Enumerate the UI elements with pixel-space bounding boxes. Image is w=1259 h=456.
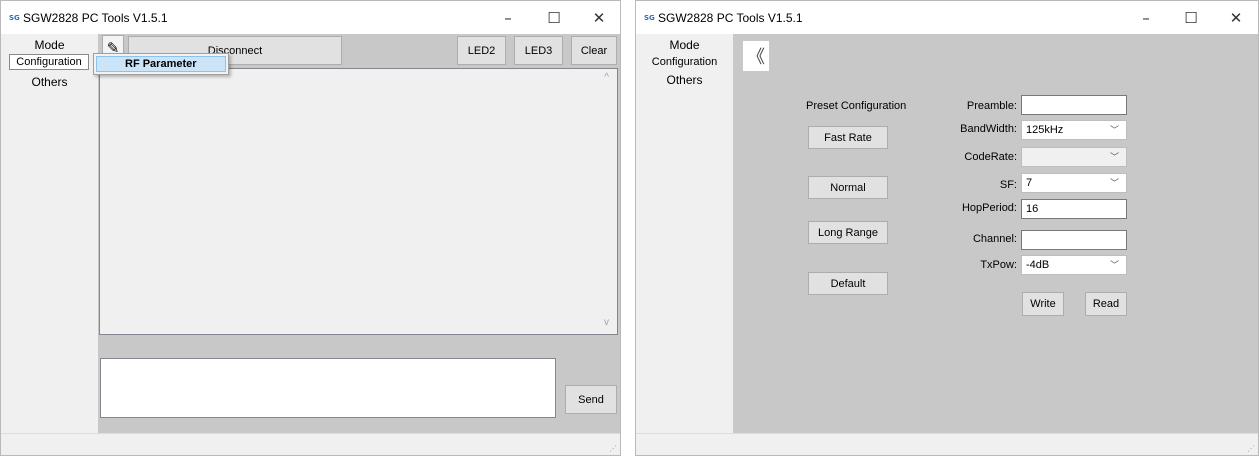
txpow-select[interactable]: -4dB ﹀ (1021, 255, 1127, 275)
chevron-left-icon: 《 (747, 47, 765, 67)
mode-item-others[interactable]: Others (1, 75, 98, 89)
send-button[interactable]: Send (565, 385, 617, 414)
back-button[interactable]: 《 (743, 41, 769, 71)
preamble-label: Preamble: (966, 100, 1017, 112)
close-icon[interactable]: ✕ (1213, 1, 1258, 34)
write-button[interactable]: Write (1022, 292, 1064, 316)
hopperiod-input[interactable]: 16 (1021, 199, 1127, 219)
minimize-icon[interactable]: – (1123, 1, 1169, 34)
mode-header: Mode (34, 38, 65, 52)
client-area: Mode Configuration Others ✎ Disconnect L… (1, 34, 620, 455)
bandwidth-label: BandWidth: (960, 123, 1017, 135)
app-icon: SG (644, 14, 655, 22)
send-input[interactable] (100, 358, 556, 418)
maximize-icon[interactable]: ☐ (531, 1, 577, 34)
mode-panel: Mode Configuration Others (636, 34, 733, 455)
txpow-label: TxPow: (980, 259, 1017, 271)
sf-select[interactable]: 7 ﹀ (1021, 173, 1127, 193)
status-bar: ⋰ (1, 433, 620, 455)
fast-rate-button[interactable]: Fast Rate (808, 126, 888, 149)
scroll-down-icon[interactable]: v (604, 317, 609, 328)
resize-grip-icon[interactable]: ⋰ (1247, 444, 1255, 453)
preset-title: Preset Configuration (806, 100, 907, 112)
context-menu: RF Parameter (93, 53, 229, 75)
preamble-input[interactable] (1021, 95, 1127, 115)
sf-label: SF: (999, 179, 1017, 191)
channel-label: Channel: (972, 233, 1017, 245)
minimize-icon[interactable]: – (485, 1, 531, 34)
long-range-button[interactable]: Long Range (808, 221, 888, 244)
main-window: SG SGW2828 PC Tools V1.5.1 – ☐ ✕ Mode Co… (0, 0, 621, 456)
chevron-down-icon: ﹀ (1109, 125, 1119, 135)
mode-item-configuration[interactable]: Configuration (636, 55, 733, 69)
rf-parameter-window: SG SGW2828 PC Tools V1.5.1 – ☐ ✕ Mode Co… (635, 0, 1259, 456)
scroll-up-icon[interactable]: ^ (604, 72, 609, 83)
status-bar: ⋰ (636, 433, 1258, 455)
coderate-label: CodeRate: (964, 151, 1017, 163)
close-icon[interactable]: ✕ (576, 1, 620, 34)
resize-grip-icon[interactable]: ⋰ (609, 444, 617, 453)
clear-button[interactable]: Clear (571, 36, 617, 65)
mode-item-others[interactable]: Others (636, 73, 733, 87)
bandwidth-select[interactable]: 125kHz ﹀ (1021, 120, 1127, 140)
hopperiod-label: HopPeriod: (961, 202, 1017, 214)
coderate-select[interactable]: ﹀ (1021, 147, 1127, 167)
menu-item-rf-parameter[interactable]: RF Parameter (96, 56, 226, 72)
txpow-value: -4dB (1026, 259, 1050, 271)
channel-input[interactable] (1021, 230, 1127, 250)
title-bar[interactable]: SG SGW2828 PC Tools V1.5.1 – ☐ ✕ (636, 1, 1258, 34)
sf-value: 7 (1026, 177, 1033, 189)
chevron-down-icon: ﹀ (1109, 152, 1119, 162)
mode-panel: Mode Configuration Others (1, 34, 98, 455)
chevron-down-icon: ﹀ (1109, 260, 1119, 270)
read-button[interactable]: Read (1085, 292, 1127, 316)
bandwidth-value: 125kHz (1026, 124, 1064, 136)
window-title: SGW2828 PC Tools V1.5.1 (658, 11, 803, 25)
default-button[interactable]: Default (808, 272, 888, 295)
client-area: Mode Configuration Others 《 Preset Confi… (636, 34, 1258, 455)
log-output[interactable]: ^ v (99, 68, 618, 335)
chevron-down-icon: ﹀ (1109, 178, 1119, 188)
mode-header: Mode (669, 38, 700, 52)
led3-button[interactable]: LED3 (514, 36, 563, 65)
maximize-icon[interactable]: ☐ (1168, 1, 1214, 34)
window-title: SGW2828 PC Tools V1.5.1 (23, 11, 168, 25)
normal-button[interactable]: Normal (808, 176, 888, 199)
led2-button[interactable]: LED2 (457, 36, 506, 65)
mode-item-configuration[interactable]: Configuration (9, 54, 89, 70)
title-bar[interactable]: SG SGW2828 PC Tools V1.5.1 – ☐ ✕ (1, 1, 620, 34)
app-icon: SG (9, 14, 20, 22)
